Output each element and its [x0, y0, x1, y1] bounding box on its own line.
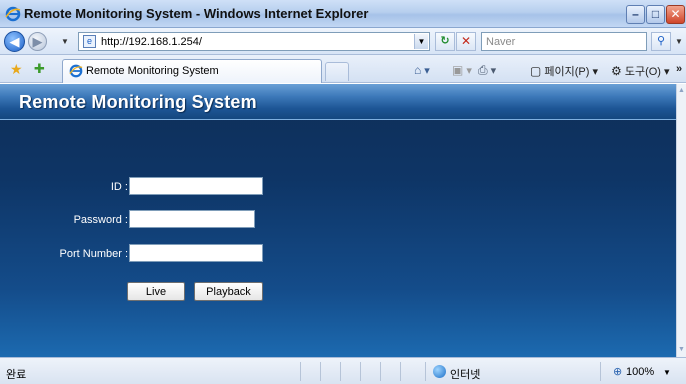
new-tab-button[interactable]	[325, 62, 349, 81]
search-placeholder: Naver	[486, 36, 516, 48]
close-icon: ✕	[670, 7, 681, 21]
page-title: Remote Monitoring System	[19, 92, 257, 112]
stop-icon: ✕	[460, 34, 472, 48]
status-bar: 완료 인터넷 ⊕ 100% ▼	[0, 357, 686, 384]
window-title: Remote Monitoring System - Windows Inter…	[24, 6, 369, 21]
refresh-icon: ↻	[440, 35, 450, 47]
feed-icon[interactable]: ▣ ▾	[452, 63, 472, 77]
scroll-up-icon[interactable]: ▲	[677, 84, 686, 98]
zoom-dropdown-icon[interactable]: ▼	[663, 368, 671, 377]
status-divider	[600, 362, 601, 381]
playback-button[interactable]: Playback	[194, 282, 263, 301]
live-button[interactable]: Live	[127, 282, 185, 301]
minimize-button[interactable]: –	[626, 5, 645, 24]
id-label: ID :	[110, 181, 128, 193]
address-toolbar: ◀ ▶ ▼ e http://192.168.1.254/ ▼ ↻ ✕ Nave…	[0, 28, 686, 55]
back-button[interactable]: ◀	[4, 31, 25, 52]
port-number-field[interactable]	[129, 244, 263, 262]
ie-logo-icon	[5, 6, 21, 22]
status-divider	[380, 362, 381, 381]
home-icon[interactable]: ⌂ ▾	[414, 63, 430, 77]
ie-tab-icon	[69, 64, 83, 78]
id-field[interactable]	[129, 177, 263, 195]
status-divider	[320, 362, 321, 381]
forward-icon: ▶	[32, 34, 43, 49]
status-divider	[340, 362, 341, 381]
search-dropdown-icon[interactable]: ▼	[675, 37, 683, 46]
maximize-icon: □	[651, 7, 660, 21]
status-divider	[425, 362, 426, 381]
tab-label: Remote Monitoring System	[86, 65, 219, 77]
port-number-label: Port Number :	[59, 248, 128, 260]
refresh-button[interactable]: ↻	[435, 32, 455, 51]
window-titlebar: Remote Monitoring System - Windows Inter…	[0, 0, 686, 28]
tools-menu[interactable]: ⚙ 도구(O) ▾	[611, 63, 670, 79]
address-bar[interactable]: e http://192.168.1.254/ ▼	[78, 32, 430, 51]
forward-button[interactable]: ▶	[28, 32, 47, 51]
status-divider	[300, 362, 301, 381]
status-divider	[400, 362, 401, 381]
zoom-icon[interactable]: ⊕	[613, 365, 622, 378]
close-button[interactable]: ✕	[666, 5, 685, 24]
print-icon[interactable]: ⎙ ▾	[478, 63, 496, 78]
tab-remote-monitoring[interactable]: Remote Monitoring System	[62, 59, 322, 83]
tools-menu-label: 도구(O)	[624, 66, 661, 78]
history-dropdown-icon[interactable]: ▼	[61, 37, 69, 46]
back-icon: ◀	[9, 34, 20, 49]
site-header: Remote Monitoring System	[0, 84, 676, 120]
minimize-icon: –	[632, 7, 639, 21]
zoom-level[interactable]: 100%	[626, 366, 654, 378]
favorites-icon[interactable]: ★	[10, 61, 23, 78]
tab-toolbar: ★ ✚ Remote Monitoring System ⌂ ▾ ▣ ▾ ⎙ ▾…	[0, 55, 686, 83]
page-icon: e	[83, 35, 96, 48]
status-divider	[360, 362, 361, 381]
page-menu[interactable]: ▢ 페이지(P) ▾	[530, 63, 598, 79]
stop-button[interactable]: ✕	[456, 32, 476, 51]
page-menu-icon: ▢	[530, 64, 542, 78]
maximize-button[interactable]: □	[646, 5, 665, 24]
address-dropdown-icon[interactable]: ▼	[414, 34, 428, 49]
search-input[interactable]: Naver	[481, 32, 647, 51]
password-label: Password :	[73, 214, 128, 226]
more-commands-button[interactable]: »	[676, 63, 682, 75]
internet-zone-icon	[433, 365, 446, 378]
page-menu-label: 페이지(P)	[544, 66, 590, 78]
password-field[interactable]	[129, 210, 255, 228]
status-text: 완료	[6, 369, 27, 381]
tools-icon: ⚙	[611, 64, 622, 78]
search-button[interactable]: ⚲	[651, 32, 671, 51]
address-url[interactable]: http://192.168.1.254/	[101, 36, 202, 48]
page-content: Remote Monitoring System ID : Password :…	[0, 84, 676, 357]
scroll-down-icon[interactable]: ▼	[677, 343, 686, 357]
add-favorites-icon[interactable]: ✚	[34, 61, 45, 77]
security-zone[interactable]: 인터넷	[450, 366, 480, 382]
vertical-scrollbar[interactable]: ▲ ▼	[676, 84, 686, 357]
search-icon: ⚲	[656, 35, 666, 47]
